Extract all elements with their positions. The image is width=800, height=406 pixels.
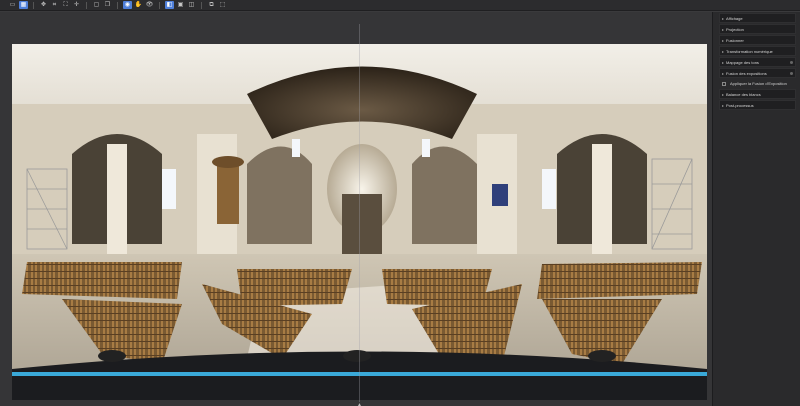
apply-exposure-fusion-label: Appliquer la Fusion d'Exposition bbox=[730, 81, 787, 86]
frame-icon[interactable]: ▢ bbox=[92, 1, 101, 9]
center-guide-line bbox=[359, 24, 360, 402]
section-label: Mappage des tons bbox=[726, 59, 759, 65]
bottom-marker-icon: ▲ bbox=[357, 402, 362, 406]
crop-icon[interactable]: ⌗ bbox=[50, 1, 59, 9]
section-label: Balance des blancs bbox=[726, 91, 761, 97]
panel-section-mappage-des-tons[interactable]: ▸ Mappage des tons bbox=[719, 57, 796, 67]
layers-icon[interactable]: ⧉ bbox=[207, 1, 216, 9]
toolbar-separator bbox=[86, 1, 87, 9]
crosshair-icon[interactable]: ✛ bbox=[72, 1, 81, 9]
toolbar-separator bbox=[201, 1, 202, 9]
section-label: Fusion des expositions bbox=[726, 70, 767, 76]
toolbar-separator bbox=[159, 1, 160, 9]
mask-icon[interactable]: ◫ bbox=[187, 1, 196, 9]
toolbar-separator bbox=[117, 1, 118, 9]
settings-panel: ▸ Affichage ▸ Projection ▸ Fusionner ▸ Transfor… bbox=[712, 12, 800, 406]
section-toggle-icon[interactable] bbox=[790, 60, 793, 64]
panel-section-fusion-des-expositions[interactable]: ▸ Fusion des expositions bbox=[719, 68, 796, 78]
panel-section-affichage[interactable]: ▸ Affichage bbox=[719, 13, 796, 23]
main-toolbar: ▭ ▦ ✥ ⌗ ⛶ ✛ ▢ ❐ ◉ ✋ 👁 ◧ ▣ ◫ ⧉ ⬚ bbox=[0, 0, 800, 11]
panel-section-transformation-num-rique[interactable]: ▸ Transformation numérique bbox=[719, 46, 796, 56]
panel-section-post-processus[interactable]: ▸ Post-processus bbox=[719, 100, 796, 110]
section-label: Fusionner bbox=[726, 37, 744, 43]
split-view-icon[interactable]: ▣ bbox=[176, 1, 185, 9]
section-label: Transformation numérique bbox=[726, 48, 773, 54]
move-icon[interactable]: ✥ bbox=[39, 1, 48, 9]
section-toggle-icon[interactable] bbox=[790, 71, 793, 75]
fit-icon[interactable]: ⛶ bbox=[61, 1, 70, 9]
panel-section-balance-des-blancs[interactable]: ▸ Balance des blancs bbox=[719, 89, 796, 99]
color-mode-icon[interactable]: ◉ bbox=[123, 1, 132, 9]
toolbar-separator bbox=[33, 1, 34, 9]
section-label: Projection bbox=[726, 26, 744, 32]
apply-exposure-fusion-checkbox[interactable] bbox=[722, 81, 726, 86]
compare-icon[interactable]: ◧ bbox=[165, 1, 174, 9]
export-icon[interactable]: ⬚ bbox=[218, 1, 227, 9]
panel-section-projection[interactable]: ▸ Projection bbox=[719, 24, 796, 34]
grid-view-icon[interactable]: ▦ bbox=[19, 1, 28, 9]
pan-icon[interactable]: ✋ bbox=[134, 1, 143, 9]
section-label: Post-processus bbox=[726, 102, 754, 108]
panel-section-fusionner[interactable]: ▸ Fusionner bbox=[719, 35, 796, 45]
eye-icon[interactable]: 👁 bbox=[145, 1, 154, 9]
apply-exposure-fusion-option[interactable]: Appliquer la Fusion d'Exposition bbox=[722, 79, 796, 88]
section-label: Affichage bbox=[726, 15, 743, 21]
single-view-icon[interactable]: ▭ bbox=[8, 1, 17, 9]
workspace: ▲ bbox=[0, 12, 712, 406]
copy-icon[interactable]: ❐ bbox=[103, 1, 112, 9]
